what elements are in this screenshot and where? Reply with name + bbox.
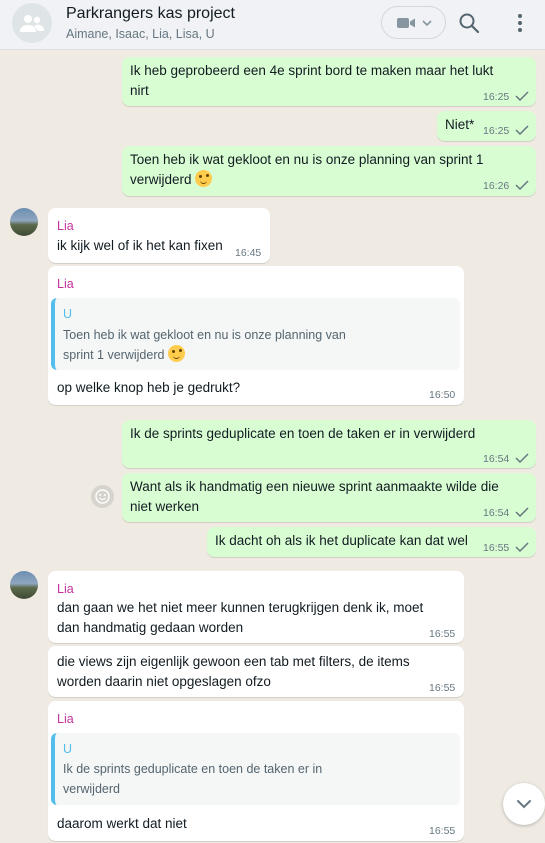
incoming-message[interactable]: Lia dan gaan we het niet meer kunnen ter… (48, 571, 464, 643)
message-text: Toen heb ik wat gekloot en nu is onze pl… (130, 152, 484, 167)
message-text-line: verwijderd (130, 170, 213, 190)
outgoing-message[interactable]: Toen heb ik wat gekloot en nu is onze pl… (122, 146, 536, 196)
message-text: dan gaan we het niet meer kunnen terugkr… (57, 600, 424, 615)
message-text: Ik dacht oh als ik het duplicate kan dat… (215, 533, 468, 548)
quote-text: Ik de sprints geduplicate en toen de tak… (63, 762, 323, 776)
message-time: 16:54 (483, 507, 510, 519)
message-time: 16:25 (483, 91, 510, 103)
message-text: niet werken (130, 499, 200, 514)
video-call-button[interactable] (381, 6, 446, 39)
message-text: nirt (130, 83, 149, 98)
incoming-message[interactable]: die views zijn eigenlijk gewoon een tab … (48, 646, 464, 697)
quote-text: verwijderd (63, 782, 120, 796)
check-icon (515, 180, 529, 190)
chat-header: Parkrangers kas project Aimane, Isaac, L… (0, 0, 545, 50)
message-text: dan handmatig gedaan worden (57, 620, 244, 635)
scroll-down-icon (517, 800, 531, 809)
chat-members[interactable]: Aimane, Isaac, Lia, Lisa, U (66, 27, 215, 41)
sender-name[interactable]: Lia (57, 218, 74, 234)
quote-text: sprint 1 verwijderd (63, 348, 165, 362)
chevron-down-icon (421, 19, 432, 26)
outgoing-message[interactable]: Niet* 16:25 (437, 111, 536, 141)
message-text: Ik heb geprobeerd een 4e sprint bord te … (130, 63, 494, 78)
message-text: op welke knop heb je gedrukt? (57, 380, 241, 395)
emoji-icon (195, 170, 213, 187)
message-text: worden daarin niet opgeslagen ofzo (57, 674, 271, 689)
outgoing-message[interactable]: Ik de sprints geduplicate en toen de tak… (122, 420, 536, 468)
message-text: Ik de sprints geduplicate en toen de tak… (130, 426, 476, 441)
emoji-icon (167, 345, 185, 362)
outgoing-message[interactable]: Ik dacht oh als ik het duplicate kan dat… (207, 527, 536, 557)
incoming-message[interactable]: Lia U Ik de sprints geduplicate en toen … (48, 701, 464, 841)
message-time: 16:25 (483, 125, 510, 137)
message-time: 16:55 (429, 628, 456, 640)
message-time: 16:45 (235, 247, 262, 259)
check-icon (515, 542, 529, 552)
sender-name[interactable]: Lia (57, 276, 74, 292)
group-avatar-icon[interactable] (12, 3, 52, 43)
quoted-message[interactable]: U Ik de sprints geduplicate en toen de t… (51, 733, 460, 805)
message-time: 16:55 (429, 825, 456, 837)
check-icon (515, 507, 529, 517)
message-text: Want als ik handmatig een nieuwe sprint … (130, 479, 499, 494)
emoji-reaction-button[interactable] (91, 485, 114, 508)
message-time: 16:26 (483, 180, 510, 192)
message-text: ik kijk wel of ik het kan fixen (57, 238, 223, 253)
message-time: 16:54 (483, 453, 510, 465)
avatar[interactable] (10, 208, 38, 236)
smiley-icon (95, 489, 110, 504)
quote-text-line: sprint 1 verwijderd (63, 345, 185, 365)
sender-name[interactable]: Lia (57, 711, 74, 727)
avatar[interactable] (10, 571, 38, 599)
quote-author: U (63, 307, 73, 321)
video-call-icon (396, 17, 415, 28)
check-icon (515, 453, 529, 463)
message-time: 16:55 (429, 682, 456, 694)
message-time: 16:55 (483, 542, 510, 554)
sender-name[interactable]: Lia (57, 581, 74, 597)
quoted-message[interactable]: U Toen heb ik wat gekloot en nu is onze … (51, 298, 460, 370)
outgoing-message[interactable]: Ik heb geprobeerd een 4e sprint bord te … (122, 57, 536, 106)
incoming-message[interactable]: Lia U Toen heb ik wat gekloot en nu is o… (48, 266, 464, 405)
menu-icon[interactable] (510, 12, 530, 34)
check-icon (515, 91, 529, 101)
chat-title[interactable]: Parkrangers kas project (66, 5, 235, 23)
outgoing-message[interactable]: Want als ik handmatig een nieuwe sprint … (122, 473, 536, 522)
scroll-down-button[interactable] (503, 783, 545, 825)
quote-text: Toen heb ik wat gekloot en nu is onze pl… (63, 328, 346, 342)
quote-author: U (63, 742, 73, 756)
check-icon (515, 125, 529, 135)
message-text: die views zijn eigenlijk gewoon een tab … (57, 654, 410, 669)
message-text: daarom werkt dat niet (57, 816, 187, 831)
message-time: 16:50 (429, 389, 456, 401)
incoming-message[interactable]: Lia ik kijk wel of ik het kan fixen 16:4… (48, 208, 270, 263)
message-text: verwijderd (130, 172, 192, 187)
search-icon[interactable] (458, 12, 480, 34)
message-text: Niet* (445, 117, 475, 132)
